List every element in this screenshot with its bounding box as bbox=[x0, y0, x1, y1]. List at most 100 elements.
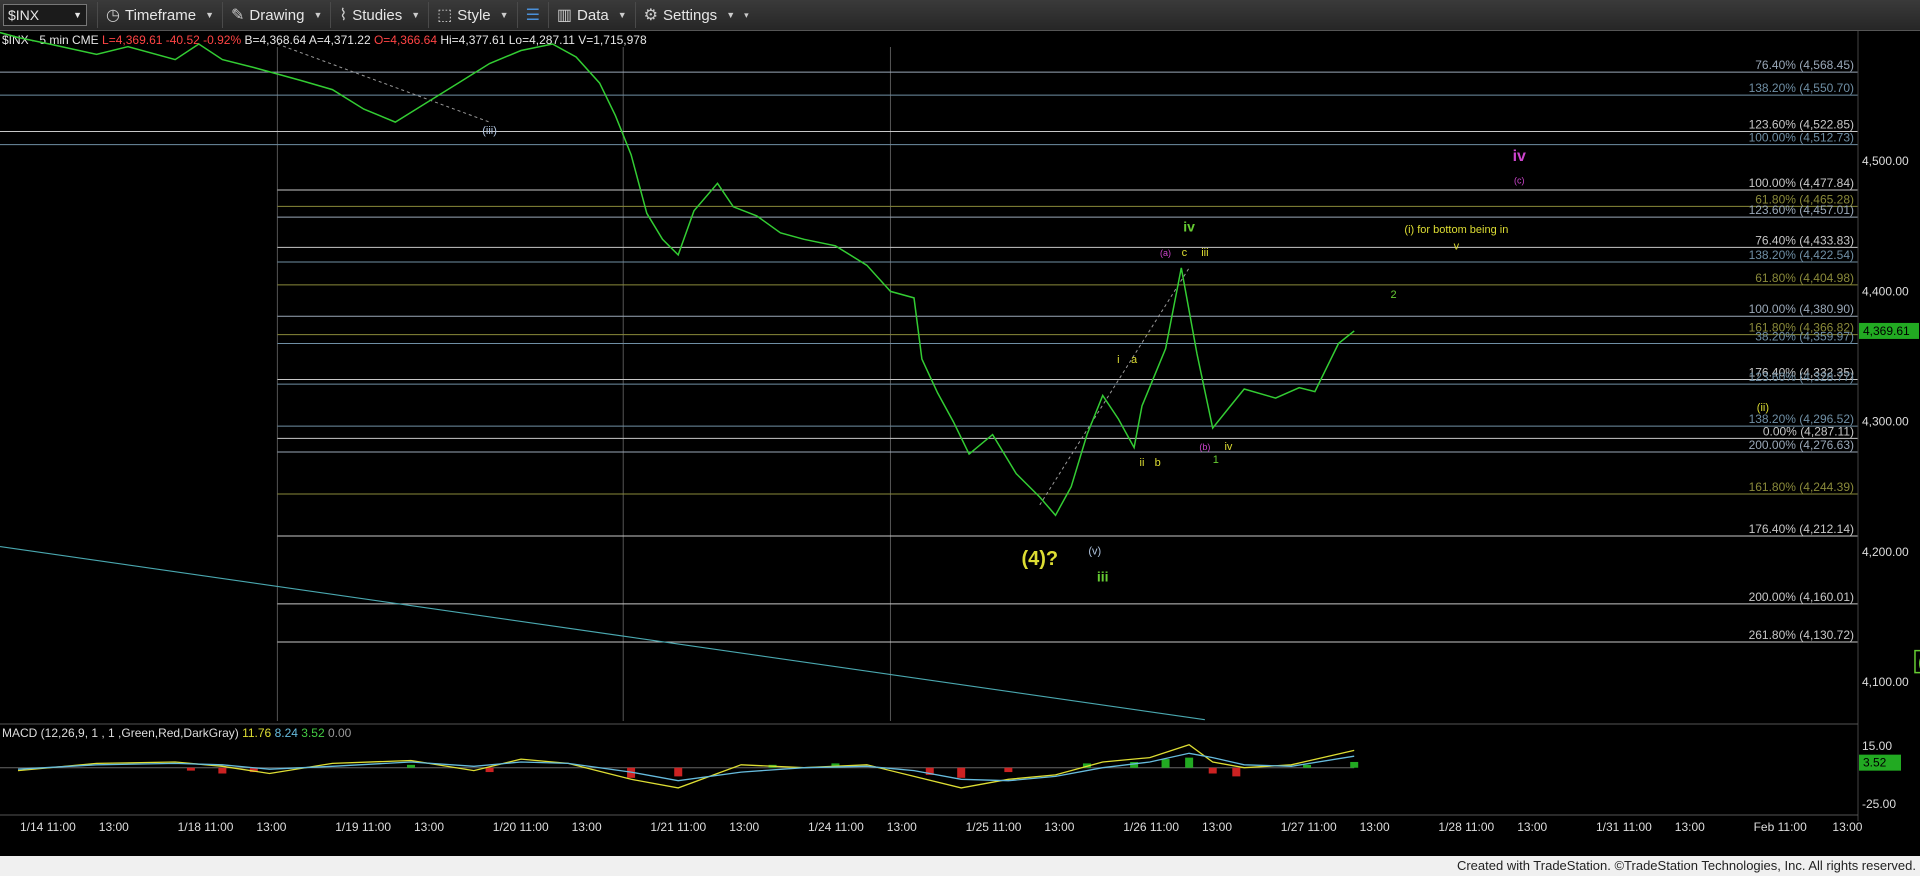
wave-label: (i) for bottom being in bbox=[1404, 224, 1508, 236]
macd-histogram-bar bbox=[407, 764, 415, 768]
fib-label: 200.00% (4,160.01) bbox=[1749, 590, 1854, 604]
fib-label: 61.80% (4,404.98) bbox=[1755, 271, 1854, 285]
macd-histogram-bar bbox=[485, 767, 494, 773]
macd-histogram-bar bbox=[1208, 767, 1217, 774]
y-tick-label: 4,400.00 bbox=[1862, 284, 1909, 298]
macd-histogram-bar bbox=[1232, 767, 1241, 777]
x-tick-label: 1/27 11:00 bbox=[1281, 820, 1337, 834]
y-tick-label: 4,500.00 bbox=[1862, 154, 1909, 168]
x-tick-label: 13:00 bbox=[256, 820, 286, 834]
wave-label: b bbox=[1155, 457, 1161, 469]
macd-histogram-bar bbox=[218, 767, 227, 774]
macd-signal-line bbox=[17, 752, 1355, 782]
fib-label: 100.00% (4,512.73) bbox=[1749, 131, 1854, 145]
overflow-icon: ▾ bbox=[744, 9, 749, 20]
settings-button[interactable]: ⚙ Settings ▼ ▾ bbox=[634, 2, 757, 28]
chevron-down-icon: ▼ bbox=[499, 10, 509, 20]
x-tick-label: 13:00 bbox=[887, 820, 917, 834]
x-tick-label: 1/25 11:00 bbox=[966, 820, 1022, 834]
chevron-down-icon: ▼ bbox=[617, 10, 627, 20]
wave-label: (ii) bbox=[1757, 402, 1769, 414]
x-tick-label: 13:00 bbox=[414, 820, 444, 834]
wave-label: 1 bbox=[1213, 454, 1219, 466]
fib-label: 0.00% (4,287.11) bbox=[1763, 424, 1854, 438]
x-tick-label: 1/26 11:00 bbox=[1123, 820, 1179, 834]
fib-label: 176.40% (4,212.14) bbox=[1749, 522, 1854, 536]
macd-histogram-bar bbox=[957, 767, 966, 778]
x-tick-label: 13:00 bbox=[1675, 820, 1705, 834]
fib-label: 38.20% (4,359.97) bbox=[1755, 329, 1854, 343]
x-tick-label: Feb 11:00 bbox=[1754, 820, 1807, 834]
wave-label: (iii) bbox=[482, 125, 497, 137]
macd-histogram-bar bbox=[1161, 759, 1170, 768]
wave-label: c bbox=[1182, 247, 1188, 259]
timeframe-button[interactable]: ◷ Timeframe ▼ bbox=[97, 2, 222, 28]
y-tick-label: 4,300.00 bbox=[1862, 415, 1909, 429]
y-tick-label: 4,200.00 bbox=[1862, 545, 1909, 559]
chevron-down-icon: ▼ bbox=[205, 10, 215, 20]
x-tick-label: 13:00 bbox=[1360, 820, 1390, 834]
x-tick-label: 1/19 11:00 bbox=[335, 820, 391, 834]
chart[interactable]: $INX - 5 min CME L=4,369.61 -40.52 -0.92… bbox=[0, 31, 1920, 856]
wave-label: (a) bbox=[1160, 248, 1171, 258]
wave-label: (b) bbox=[1199, 442, 1210, 452]
x-tick-label: 1/20 11:00 bbox=[493, 820, 549, 834]
macd-histogram-bar bbox=[186, 767, 195, 771]
symbol-input[interactable]: $INX ▼ bbox=[3, 4, 87, 26]
data-button[interactable]: ▥ Data ▼ bbox=[547, 2, 635, 28]
fib-label: 161.80% (4,244.39) bbox=[1749, 480, 1854, 494]
macd-y-tick-label: -25.00 bbox=[1862, 797, 1896, 811]
fib-label: 76.40% (4,433.83) bbox=[1755, 233, 1854, 247]
fib-label: 100.00% (4,477.84) bbox=[1749, 176, 1854, 190]
drawing-button[interactable]: ✎ Drawing ▼ bbox=[222, 2, 330, 28]
last-price-label: 4,369.61 bbox=[1863, 324, 1910, 338]
x-tick-label: 13:00 bbox=[1517, 820, 1547, 834]
x-tick-label: 13:00 bbox=[1202, 820, 1232, 834]
x-tick-label: 1/18 11:00 bbox=[178, 820, 234, 834]
fib-label: 123.60% (4,522.85) bbox=[1749, 117, 1854, 131]
toolbar: $INX ▼ ◷ Timeframe ▼ ✎ Drawing ▼ ⌇ Studi… bbox=[0, 0, 1920, 31]
chevron-down-icon[interactable]: ▼ bbox=[73, 10, 82, 20]
studies-icon: ⌇ bbox=[339, 7, 348, 24]
fib-label: 76.40% (4,568.45) bbox=[1755, 58, 1854, 72]
macd-line bbox=[17, 743, 1355, 789]
pencil-icon: ✎ bbox=[231, 7, 245, 24]
style-button[interactable]: ⬚ Style ▼ bbox=[428, 2, 516, 28]
wave-label: iv bbox=[1513, 148, 1526, 165]
x-tick-label: 13:00 bbox=[1044, 820, 1074, 834]
chevron-down-icon: ▼ bbox=[726, 10, 736, 20]
studies-button[interactable]: ⌇ Studies ▼ bbox=[330, 2, 428, 28]
wave-label: v bbox=[1454, 241, 1460, 253]
layout-button[interactable]: ☰ bbox=[516, 2, 548, 28]
macd-histogram-bar bbox=[1004, 767, 1013, 773]
footer: Created with TradeStation. ©TradeStation… bbox=[0, 856, 1920, 876]
style-label: Style bbox=[457, 6, 491, 24]
data-icon: ▥ bbox=[556, 7, 573, 24]
style-icon: ⬚ bbox=[437, 7, 453, 24]
x-tick-label: 13:00 bbox=[572, 820, 602, 834]
trendline bbox=[0, 545, 1205, 721]
drawing-label: Drawing bbox=[249, 6, 305, 24]
x-tick-label: 1/24 11:00 bbox=[808, 820, 864, 834]
fib-label: 200.00% (4,276.63) bbox=[1749, 438, 1854, 452]
wave-label: iii bbox=[1201, 247, 1208, 259]
macd-value-label: 3.52 bbox=[1863, 756, 1887, 770]
fib-label: 123.60% (4,328.77) bbox=[1749, 370, 1854, 384]
x-tick-label: 1/28 11:00 bbox=[1438, 820, 1494, 834]
x-tick-label: 13:00 bbox=[99, 820, 129, 834]
price-line bbox=[0, 31, 1355, 517]
wave-label: (v) bbox=[1088, 545, 1101, 557]
fib-label: 138.20% (4,422.54) bbox=[1749, 248, 1854, 262]
x-tick-label: 13:00 bbox=[729, 820, 759, 834]
macd-header: MACD (12,26,9, 1 , 1 ,Green,Red,DarkGray… bbox=[2, 726, 352, 740]
wave-label: a bbox=[1131, 354, 1138, 366]
macd-histogram-bar bbox=[1185, 757, 1194, 768]
wave-label: 2 bbox=[1390, 289, 1396, 301]
x-tick-label: 13:00 bbox=[1832, 820, 1862, 834]
clock-icon: ◷ bbox=[106, 7, 120, 24]
data-label: Data bbox=[577, 6, 609, 24]
fib-label: 261.80% (4,130.72) bbox=[1749, 628, 1854, 642]
x-tick-label: 1/31 11:00 bbox=[1596, 820, 1652, 834]
y-tick-label: 4,100.00 bbox=[1862, 675, 1909, 689]
macd-histogram-bar bbox=[1303, 764, 1312, 768]
